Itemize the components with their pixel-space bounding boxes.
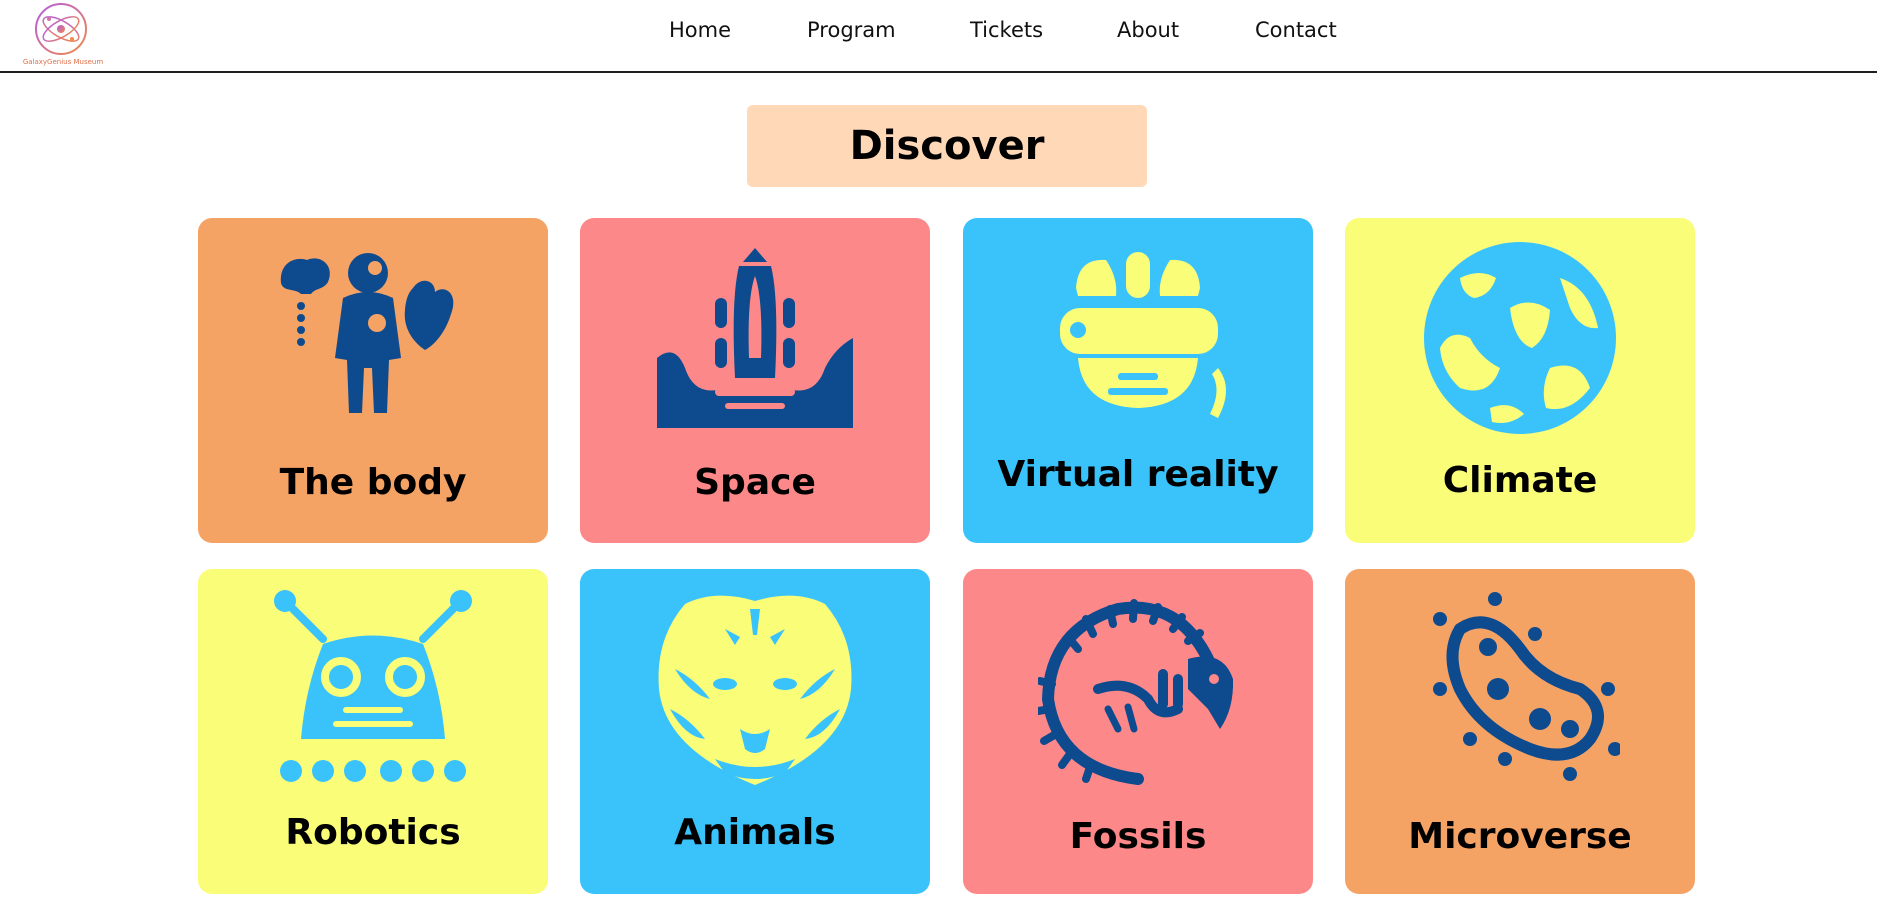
card-climate[interactable]: Climate: [1345, 218, 1695, 543]
brand-name: GalaxyGenius Museum: [22, 58, 104, 66]
card-the-body[interactable]: The body: [198, 218, 548, 543]
card-robotics[interactable]: Robotics: [198, 569, 548, 894]
nav-contact[interactable]: Contact: [1255, 18, 1337, 42]
tiger-icon: [658, 595, 852, 785]
earth-globe-icon: [1424, 242, 1616, 434]
site-header: GalaxyGenius Museum Home Program Tickets…: [0, 0, 1877, 73]
atom-galaxy-logo-icon: [35, 3, 87, 55]
card-microverse[interactable]: Microverse: [1345, 569, 1695, 894]
card-label: Animals: [674, 812, 836, 853]
card-label: The body: [279, 462, 467, 503]
space-shuttle-icon: [657, 248, 853, 428]
human-body-icon: [280, 253, 454, 413]
robot-icon: [274, 590, 472, 782]
card-fossils[interactable]: Fossils: [963, 569, 1313, 894]
nav-home[interactable]: Home: [669, 18, 731, 42]
card-animals[interactable]: Animals: [580, 569, 930, 894]
vr-headset-icon: [1060, 252, 1226, 418]
card-label: Space: [694, 462, 816, 503]
card-label: Microverse: [1408, 816, 1632, 857]
discover-heading: Discover: [747, 105, 1147, 187]
card-virtual-reality[interactable]: Virtual reality: [963, 218, 1313, 543]
card-label: Virtual reality: [997, 454, 1279, 495]
bacteria-icon: [1433, 592, 1620, 781]
dinosaur-fossil-icon: [1038, 599, 1234, 785]
nav-tickets[interactable]: Tickets: [970, 18, 1043, 42]
card-label: Robotics: [285, 812, 461, 853]
card-space[interactable]: Space: [580, 218, 930, 543]
card-label: Fossils: [1069, 816, 1207, 857]
nav-about[interactable]: About: [1117, 18, 1179, 42]
brand-logo[interactable]: GalaxyGenius Museum: [20, 0, 110, 70]
card-label: Climate: [1442, 460, 1598, 501]
nav-program[interactable]: Program: [807, 18, 896, 42]
